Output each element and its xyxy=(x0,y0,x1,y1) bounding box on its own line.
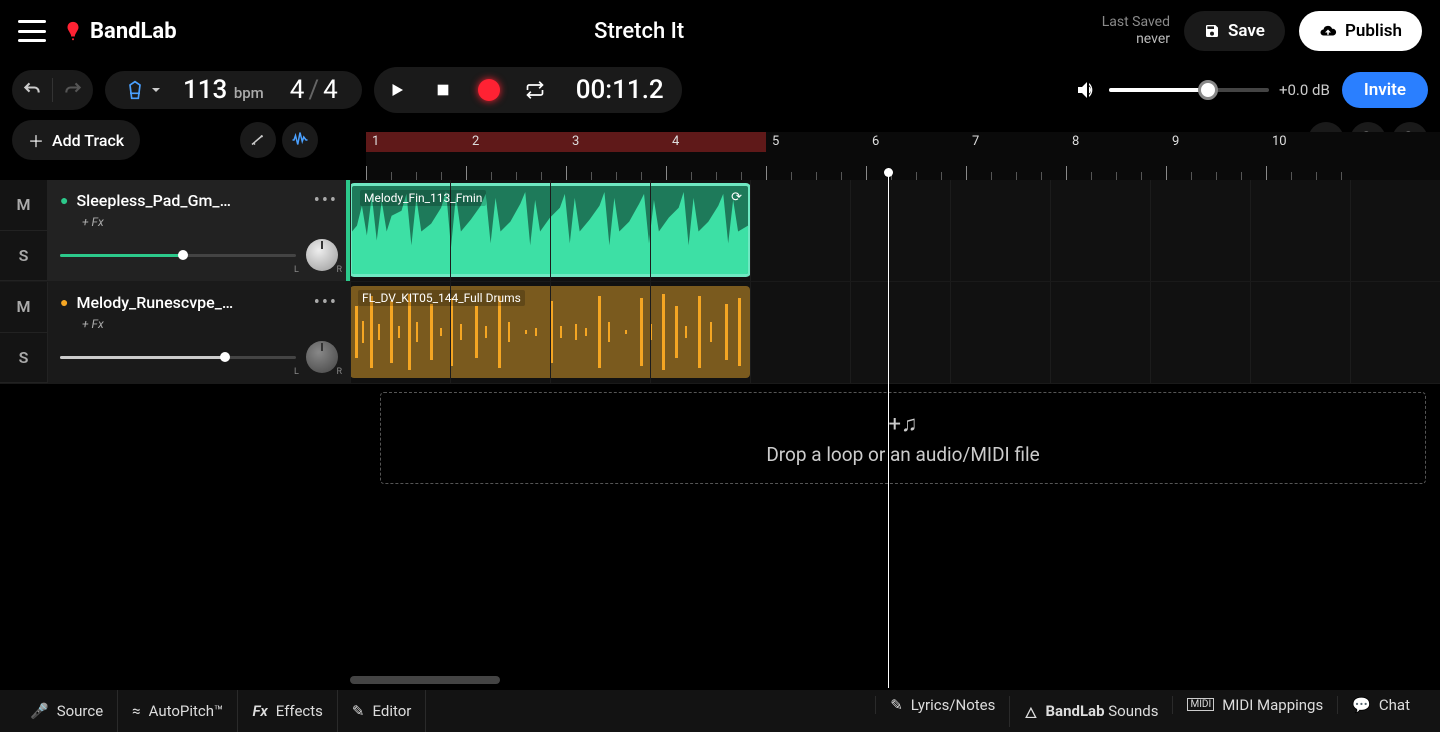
pen-icon: ✎ xyxy=(890,696,903,714)
tempo-value[interactable]: 113 bpm xyxy=(175,75,272,105)
bandlab-icon: 🜂 xyxy=(1024,696,1037,727)
editor-panel[interactable]: ✎Editor xyxy=(338,690,426,732)
autopitch-panel[interactable]: ≈AutoPitch™ xyxy=(118,690,238,732)
publish-button[interactable]: Publish xyxy=(1299,11,1422,51)
save-label: Save xyxy=(1228,21,1265,41)
add-track-label: Add Track xyxy=(52,131,124,150)
automation-tool[interactable] xyxy=(240,122,276,158)
mic-icon: 🎤 xyxy=(30,702,49,720)
sounds-panel[interactable]: 🜂BandLab Sounds xyxy=(1009,696,1172,727)
bpm-label: bpm xyxy=(234,84,264,102)
track-fx-2[interactable]: + Fx xyxy=(82,317,338,331)
add-track-button[interactable]: ＋ Add Track xyxy=(12,120,140,160)
master-db: +0.0 dB xyxy=(1279,81,1330,99)
last-saved-label: Last Saved xyxy=(1102,14,1170,31)
track-lane-2[interactable]: FL_DV_KIT05_144_Full Drums xyxy=(350,282,1440,383)
clip-label-1: Melody_Fin_113_Fmin xyxy=(360,190,486,206)
track-header-2[interactable]: ● Melody_Runescvpe_… ••• + Fx LR xyxy=(48,282,350,383)
ruler-number: 10 xyxy=(1272,134,1287,149)
last-saved: Last Saved never xyxy=(1102,14,1170,48)
ruler-number: 7 xyxy=(972,134,979,149)
fx-icon: Fx xyxy=(252,702,267,720)
chevron-down-icon xyxy=(151,85,161,95)
chat-panel[interactable]: 💬Chat xyxy=(1337,696,1424,714)
ruler-number: 9 xyxy=(1172,134,1179,149)
logo[interactable]: BandLab xyxy=(62,19,177,44)
midi-icon: MIDI xyxy=(1187,698,1214,711)
playhead[interactable] xyxy=(888,168,889,688)
midi-panel[interactable]: MIDIMIDI Mappings xyxy=(1172,696,1337,714)
ruler-number: 8 xyxy=(1072,134,1079,149)
master-volume-slider[interactable] xyxy=(1109,88,1269,92)
last-saved-value: never xyxy=(1102,31,1170,48)
track-menu-2[interactable]: ••• xyxy=(314,292,338,313)
solo-button-1[interactable]: S xyxy=(0,231,47,282)
bandlab-icon xyxy=(62,20,84,42)
plus-icon: ＋ xyxy=(28,128,44,152)
track-menu-1[interactable]: ••• xyxy=(314,190,338,211)
loop-region[interactable] xyxy=(366,132,766,152)
cloud-icon xyxy=(1319,22,1337,40)
timeline-ruler[interactable]: 1 2 3 4 5 6 7 8 9 10 xyxy=(366,132,1440,180)
solo-button-2[interactable]: S xyxy=(0,333,47,384)
track-name-2: Melody_Runescvpe_… xyxy=(76,293,305,312)
volume-icon[interactable] xyxy=(1075,78,1099,102)
track-header-1[interactable]: ● Sleepless_Pad_Gm_… ••• + Fx LR xyxy=(48,180,350,281)
mute-button-2[interactable]: M xyxy=(0,282,47,333)
track-name-1: Sleepless_Pad_Gm_… xyxy=(76,191,305,210)
metronome-button[interactable] xyxy=(115,79,171,101)
ruler-number: 6 xyxy=(872,134,879,149)
mic-icon: ● xyxy=(60,192,68,209)
lyrics-panel[interactable]: ✎Lyrics/Notes xyxy=(875,696,1009,714)
invite-button[interactable]: Invite xyxy=(1342,72,1428,108)
ruler-number: 5 xyxy=(772,134,779,149)
chat-icon: 💬 xyxy=(1352,696,1371,714)
time-signature[interactable]: 4/4 xyxy=(276,75,352,105)
loop-button[interactable] xyxy=(512,67,558,113)
track-volume-2[interactable] xyxy=(60,356,296,359)
waveform-tool[interactable] xyxy=(282,122,318,158)
save-icon xyxy=(1204,23,1220,39)
stop-button[interactable] xyxy=(420,67,466,113)
play-button[interactable] xyxy=(374,67,420,113)
ruler-number: 1 xyxy=(372,134,379,149)
ruler-number: 3 xyxy=(572,134,579,149)
record-button[interactable] xyxy=(466,67,512,113)
clip-label-2: FL_DV_KIT05_144_Full Drums xyxy=(358,290,525,306)
source-panel[interactable]: 🎤Source xyxy=(16,690,118,732)
track-fx-1[interactable]: + Fx xyxy=(82,215,338,229)
clip-loop-icon[interactable]: ⟳ xyxy=(731,190,742,205)
mic-icon: ● xyxy=(60,294,68,311)
logo-text: BandLab xyxy=(90,19,177,44)
project-title[interactable]: Stretch It xyxy=(594,19,684,44)
drop-zone[interactable]: +♫ Drop a loop or an audio/MIDI file xyxy=(380,392,1426,484)
drop-zone-text: Drop a loop or an audio/MIDI file xyxy=(766,443,1039,466)
undo-button[interactable] xyxy=(12,70,52,110)
ruler-number: 2 xyxy=(472,134,479,149)
autopitch-icon: ≈ xyxy=(132,702,140,720)
publish-label: Publish xyxy=(1345,21,1402,41)
effects-panel[interactable]: FxEffects xyxy=(238,690,337,732)
pencil-icon: ✎ xyxy=(352,702,365,720)
save-button[interactable]: Save xyxy=(1184,11,1285,51)
redo-button[interactable] xyxy=(53,70,93,110)
ruler-number: 4 xyxy=(672,134,679,149)
mute-button-1[interactable]: M xyxy=(0,180,47,231)
timecode[interactable]: 00:11.2 xyxy=(558,75,682,105)
bottom-bar: 🎤Source ≈AutoPitch™ FxEffects ✎Editor ✎L… xyxy=(0,690,1440,732)
music-note-icon: +♫ xyxy=(889,411,918,437)
menu-button[interactable] xyxy=(18,20,46,42)
horizontal-scrollbar[interactable] xyxy=(350,676,500,684)
track-lane-1[interactable]: Melody_Fin_113_Fmin ⟳ xyxy=(350,180,1440,281)
track-volume-1[interactable] xyxy=(60,254,296,257)
